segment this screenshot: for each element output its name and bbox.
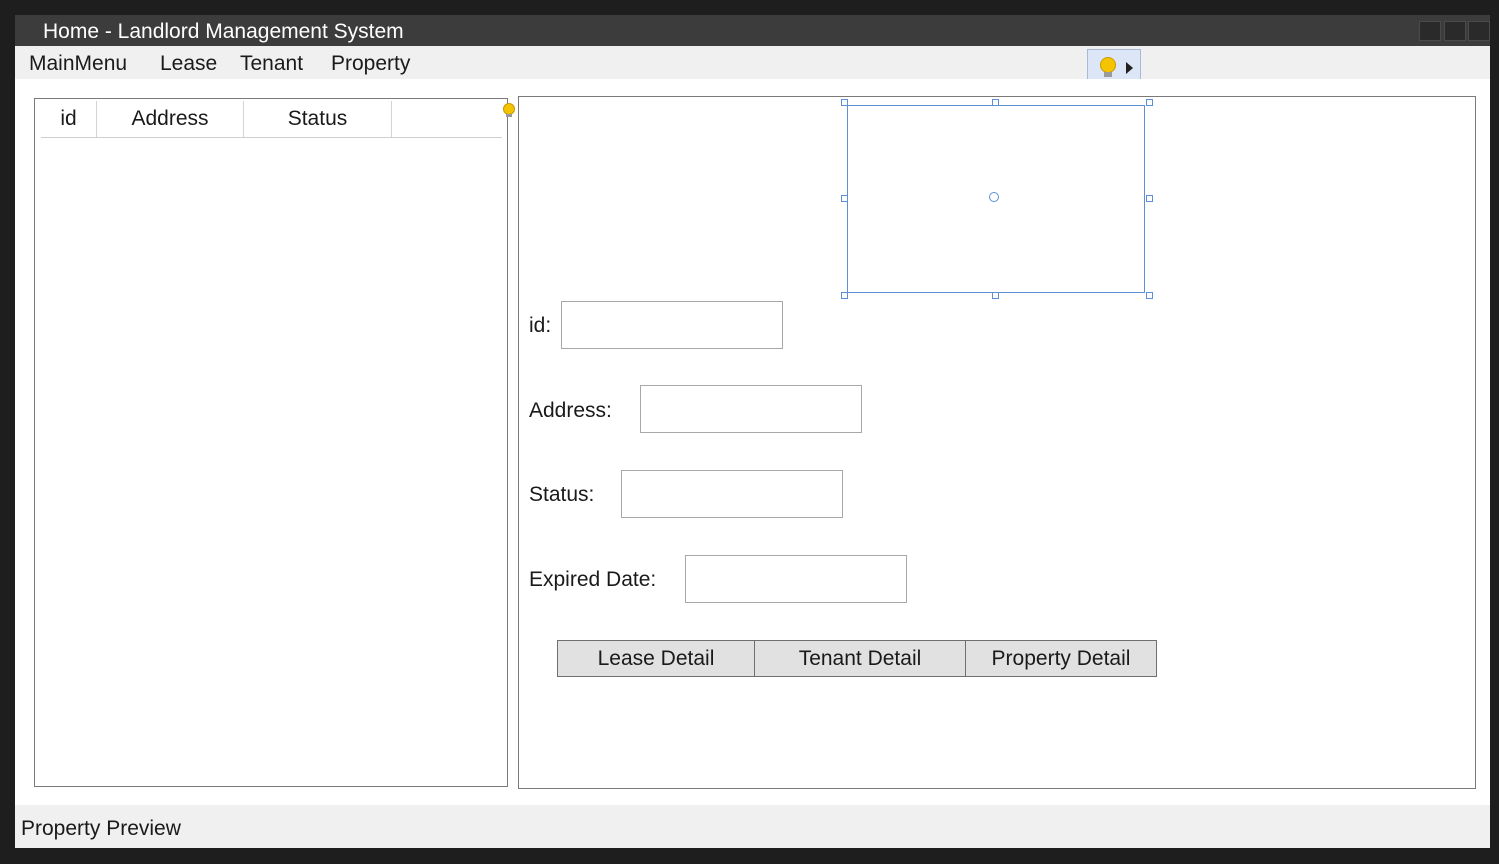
app-window: Home - Landlord Management System MainMe… bbox=[15, 15, 1490, 848]
tenant-detail-button[interactable]: Tenant Detail bbox=[754, 640, 966, 677]
title-bar[interactable]: Home - Landlord Management System bbox=[15, 15, 1490, 46]
resize-handle-n[interactable] bbox=[992, 99, 999, 106]
menu-lease[interactable]: Lease bbox=[160, 51, 217, 77]
detail-panel: id: Address: Status: Expired Date: Lease… bbox=[518, 96, 1476, 789]
column-header-address[interactable]: Address bbox=[97, 101, 244, 137]
menu-property[interactable]: Property bbox=[331, 51, 410, 77]
status-label: Status: bbox=[529, 483, 595, 506]
resize-handle-nw[interactable] bbox=[841, 99, 848, 106]
lease-detail-button[interactable]: Lease Detail bbox=[557, 640, 755, 677]
maximize-button[interactable] bbox=[1444, 21, 1466, 41]
resize-handle-w[interactable] bbox=[841, 195, 848, 202]
resize-handle-sw[interactable] bbox=[841, 292, 848, 299]
address-label: Address: bbox=[529, 399, 612, 422]
column-header-id[interactable]: id bbox=[41, 101, 97, 137]
id-label: id: bbox=[529, 314, 552, 337]
move-handle[interactable] bbox=[989, 192, 999, 202]
resize-handle-e[interactable] bbox=[1146, 195, 1153, 202]
lightbulb-icon bbox=[1100, 57, 1116, 73]
resize-handle-se[interactable] bbox=[1146, 292, 1153, 299]
minimize-button[interactable] bbox=[1419, 21, 1441, 41]
expired-date-field[interactable] bbox=[685, 555, 907, 603]
menu-bar: MainMenu Lease Tenant Property bbox=[15, 46, 1490, 79]
list-header: id Address Status bbox=[41, 101, 502, 138]
arrow-right-icon bbox=[1126, 62, 1133, 74]
status-field[interactable] bbox=[621, 470, 843, 518]
menu-mainmenu[interactable]: MainMenu bbox=[29, 51, 127, 77]
status-text: Property Preview bbox=[21, 817, 181, 840]
property-list[interactable]: id Address Status bbox=[34, 98, 508, 787]
menu-tenant[interactable]: Tenant bbox=[240, 51, 303, 77]
main-content: id Address Status id: Address: Status: E… bbox=[15, 79, 1490, 805]
property-detail-button[interactable]: Property Detail bbox=[965, 640, 1157, 677]
address-field[interactable] bbox=[640, 385, 862, 433]
resize-handle-ne[interactable] bbox=[1146, 99, 1153, 106]
id-field[interactable] bbox=[561, 301, 783, 349]
lightbulb-base bbox=[1104, 72, 1112, 77]
status-bar: Property Preview bbox=[15, 805, 1490, 848]
expired-date-label: Expired Date: bbox=[529, 568, 657, 591]
column-header-filler bbox=[392, 101, 502, 137]
window-title: Home - Landlord Management System bbox=[43, 20, 404, 43]
close-button[interactable] bbox=[1468, 21, 1490, 41]
column-header-status[interactable]: Status bbox=[244, 101, 392, 137]
lightbulb-base bbox=[506, 114, 512, 117]
resize-handle-s[interactable] bbox=[992, 292, 999, 299]
